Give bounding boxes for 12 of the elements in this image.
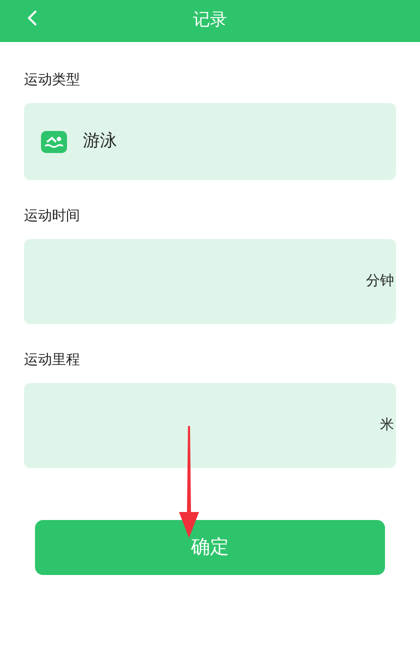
- back-icon: [26, 9, 38, 27]
- unit-label: 米: [380, 416, 395, 435]
- page-title: 记录: [193, 9, 227, 32]
- input-field[interactable]: 米: [24, 383, 396, 468]
- field-label: 运动时间: [24, 207, 81, 226]
- sport-type-value: 游泳: [83, 130, 117, 153]
- field-label: 运动里程: [24, 351, 81, 370]
- unit-label: 分钟: [366, 272, 395, 291]
- sport-type-field[interactable]: 游泳: [24, 103, 396, 180]
- input-field[interactable]: 分钟: [24, 239, 396, 324]
- swimmer-icon: [41, 130, 67, 152]
- field-label: 运动类型: [24, 71, 81, 90]
